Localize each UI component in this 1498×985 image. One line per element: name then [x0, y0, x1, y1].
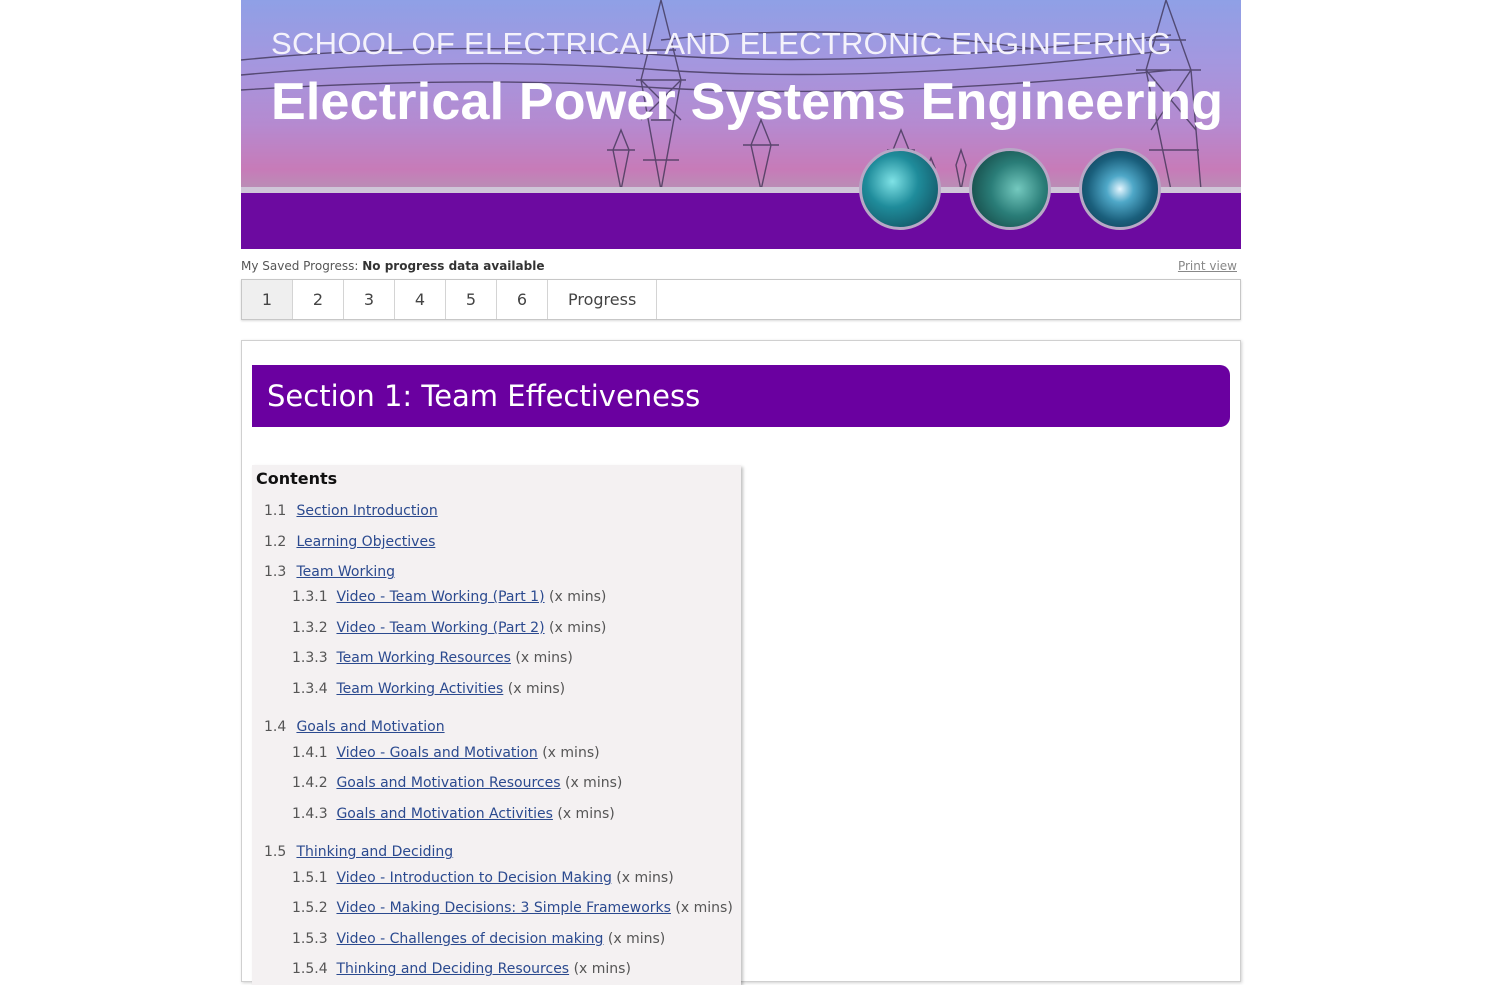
toc-item-number: 1.5.4: [292, 961, 328, 977]
toc-item: 1.4 Goals and Motivation: [264, 719, 445, 735]
toc-item-number: 1.2: [264, 534, 287, 550]
tab-section-4[interactable]: 4: [395, 280, 446, 319]
toc-link[interactable]: Video - Making Decisions: 3 Simple Frame…: [336, 900, 671, 916]
toc-duration: (x mins): [675, 900, 733, 916]
toc-item-number: 1.3: [264, 564, 287, 580]
toc-duration: (x mins): [573, 961, 631, 977]
toc-subitem: 1.3.3 Team Working Resources (x mins): [292, 650, 573, 666]
toc-item: 1.5 Thinking and Deciding: [264, 844, 453, 860]
toc-item-number: 1.5: [264, 844, 287, 860]
toc-link[interactable]: Video - Challenges of decision making: [336, 931, 603, 947]
toc-link[interactable]: Video - Team Working (Part 2): [336, 620, 544, 636]
toc-subitem: 1.5.4 Thinking and Deciding Resources (x…: [292, 961, 631, 977]
saved-progress-value: No progress data available: [362, 259, 545, 273]
tab-section-1[interactable]: 1: [242, 280, 293, 319]
toc-subitem: 1.4.2 Goals and Motivation Resources (x …: [292, 775, 622, 791]
toc-duration: (x mins): [616, 870, 674, 886]
toc-item-number: 1.4.2: [292, 775, 328, 791]
toc-subitem: 1.5.3 Video - Challenges of decision mak…: [292, 931, 665, 947]
toc-link[interactable]: Thinking and Deciding: [296, 844, 453, 860]
toc-item-number: 1.4.3: [292, 806, 328, 822]
toc-item-number: 1.4.1: [292, 745, 328, 761]
toc-duration: (x mins): [549, 620, 607, 636]
pylon-photo-badge: [859, 148, 941, 230]
toc-link[interactable]: Goals and Motivation: [296, 719, 444, 735]
toc-item-number: 1.5.3: [292, 931, 328, 947]
toc-link[interactable]: Video - Team Working (Part 1): [336, 589, 544, 605]
toc-link[interactable]: Goals and Motivation Resources: [336, 775, 560, 791]
toc-item-number: 1.3.4: [292, 681, 328, 697]
toc-item-number: 1.3.3: [292, 650, 328, 666]
course-title: Electrical Power Systems Engineering: [271, 73, 1224, 131]
school-name: SCHOOL OF ELECTRICAL AND ELECTRONIC ENGI…: [271, 26, 1172, 61]
tab-section-3[interactable]: 3: [344, 280, 395, 319]
toc-subitem: 1.3.2 Video - Team Working (Part 2) (x m…: [292, 620, 606, 636]
tab-section-6[interactable]: 6: [497, 280, 548, 319]
page-wrapper: SCHOOL OF ELECTRICAL AND ELECTRONIC ENGI…: [241, 0, 1241, 985]
saved-progress-label: My Saved Progress:: [241, 259, 359, 273]
toc-duration: (x mins): [542, 745, 600, 761]
toc-duration: (x mins): [507, 681, 566, 697]
toc-item-number: 1.5.1: [292, 870, 328, 886]
print-view-link[interactable]: Print view: [1178, 259, 1237, 273]
turbine-photo-badge: [969, 148, 1051, 230]
toc-duration: (x mins): [549, 589, 607, 605]
toc-link[interactable]: Goals and Motivation Activities: [336, 806, 552, 822]
electric-arc-photo-badge: [1079, 148, 1161, 230]
toc-link[interactable]: Learning Objectives: [296, 534, 435, 550]
toc-item-number: 1.4: [264, 719, 287, 735]
section-heading: Section 1: Team Effectiveness: [252, 365, 1230, 427]
toc-subitem: 1.3.1 Video - Team Working (Part 1) (x m…: [292, 589, 606, 605]
toc-duration: (x mins): [557, 806, 615, 822]
toc-subitem: 1.5.1 Video - Introduction to Decision M…: [292, 870, 674, 886]
toc-duration: (x mins): [564, 775, 623, 791]
content-panel: Section 1: Team Effectiveness Contents 1…: [241, 340, 1241, 985]
table-of-contents: Contents 1.1 Section Introduction 1.2 Le…: [252, 465, 741, 985]
toc-item-number: 1.1: [264, 503, 287, 519]
section-tabs: 1 2 3 4 5 6 Progress: [241, 279, 1241, 320]
toc-subitem: 1.4.3 Goals and Motivation Activities (x…: [292, 806, 615, 822]
toc-subitem: 1.3.4 Team Working Activities (x mins): [292, 681, 565, 697]
toc-item: 1.3 Team Working: [264, 564, 395, 580]
toc-link[interactable]: Section Introduction: [296, 503, 437, 519]
toc-link[interactable]: Team Working: [296, 564, 395, 580]
toc-duration: (x mins): [607, 931, 666, 947]
toc-item-number: 1.5.2: [292, 900, 328, 916]
tab-section-2[interactable]: 2: [293, 280, 344, 319]
toc-subitem: 1.4.1 Video - Goals and Motivation (x mi…: [292, 745, 600, 761]
saved-progress: My Saved Progress: No progress data avai…: [241, 259, 544, 273]
tab-progress[interactable]: Progress: [548, 280, 658, 319]
tab-section-5[interactable]: 5: [446, 280, 497, 319]
toc-item: 1.2 Learning Objectives: [264, 534, 435, 550]
toc-duration: (x mins): [515, 650, 573, 666]
header-banner: SCHOOL OF ELECTRICAL AND ELECTRONIC ENGI…: [241, 0, 1241, 249]
toc-item-number: 1.3.1: [292, 589, 328, 605]
toc-link[interactable]: Team Working Resources: [336, 650, 511, 666]
toc-link[interactable]: Video - Introduction to Decision Making: [336, 870, 611, 886]
toc-title: Contents: [256, 469, 338, 488]
toc-item-number: 1.3.2: [292, 620, 328, 636]
toc-link[interactable]: Thinking and Deciding Resources: [336, 961, 569, 977]
toc-subitem: 1.5.2 Video - Making Decisions: 3 Simple…: [292, 900, 733, 916]
toc-link[interactable]: Team Working Activities: [336, 681, 503, 697]
toc-item: 1.1 Section Introduction: [264, 503, 438, 519]
toc-link[interactable]: Video - Goals and Motivation: [336, 745, 537, 761]
